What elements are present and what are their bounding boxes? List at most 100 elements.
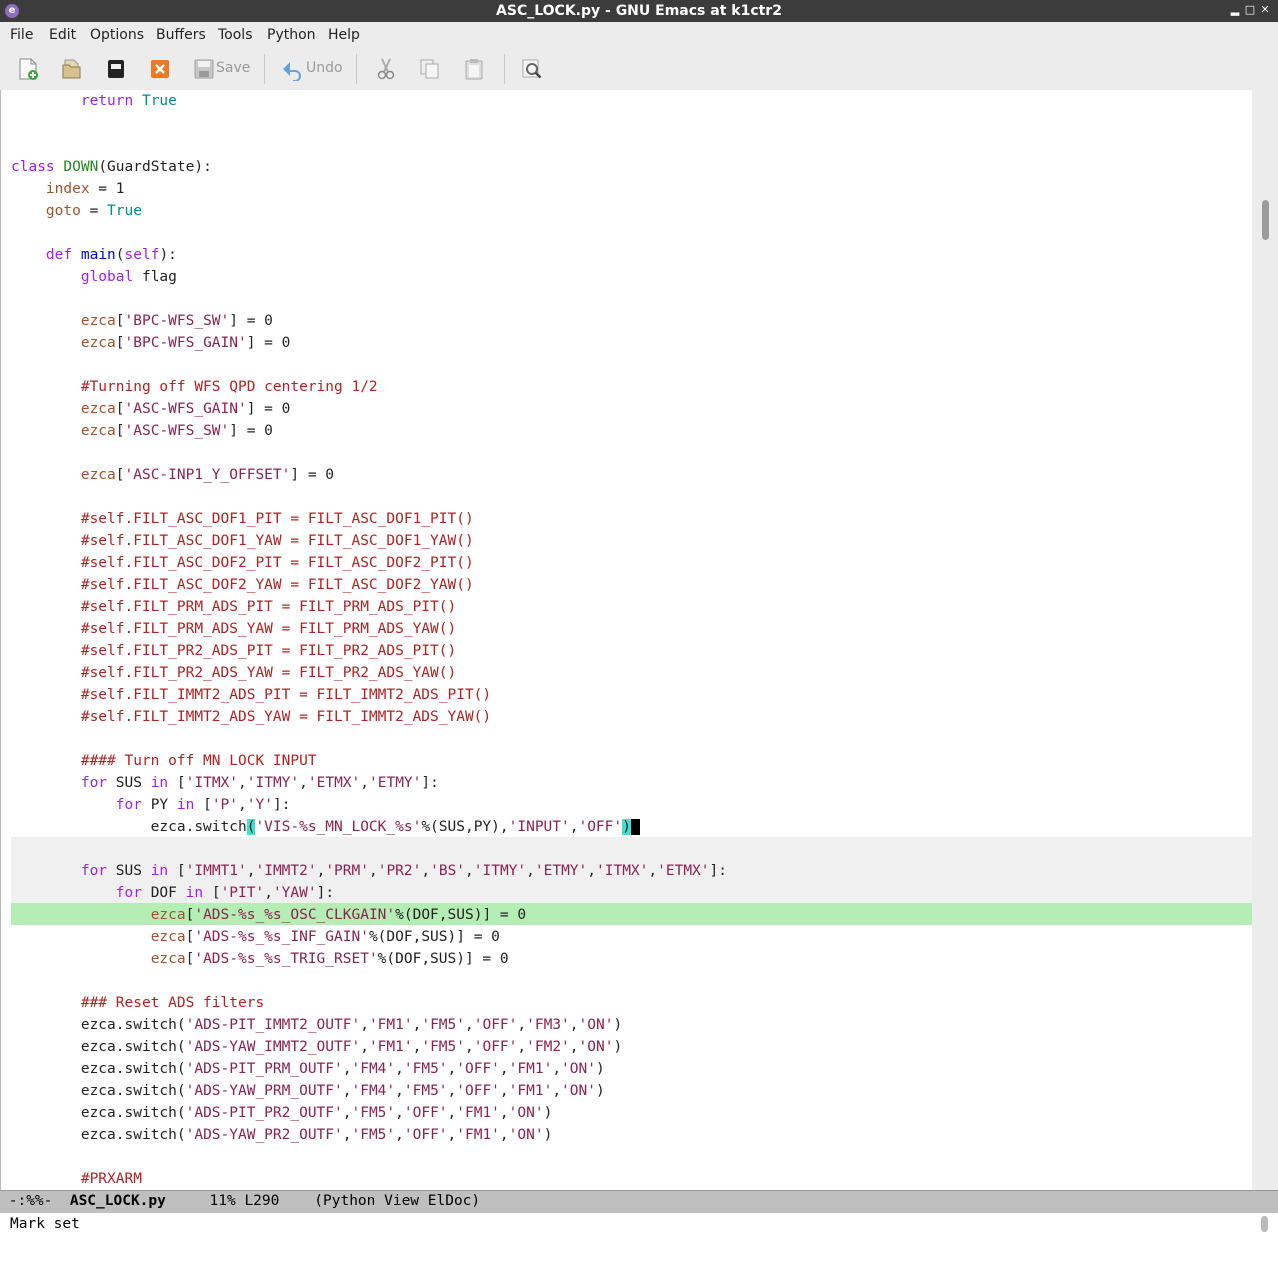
close-buffer-icon[interactable] [148,57,172,81]
code-line[interactable]: for SUS in ['ITMX','ITMY','ETMX','ETMY']… [11,772,1253,794]
string-literal: 'ADS-%s_%s_OSC_CLKGAIN' [194,907,396,923]
menu-edit[interactable]: Edit [49,27,76,43]
save-button[interactable]: Save [216,60,250,76]
code-line[interactable]: ezca.switch('ADS-YAW_PR2_OUTF','FM5','OF… [11,1124,1253,1146]
code-editor[interactable]: return True class DOWN(GuardState): index… [0,90,1253,1190]
copy-icon[interactable] [418,57,442,81]
search-icon[interactable] [520,57,544,81]
paste-icon[interactable] [462,57,486,81]
new-file-icon[interactable] [16,57,40,81]
code-line[interactable]: ezca.switch('ADS-PIT_PRM_OUTF','FM4','FM… [11,1058,1253,1080]
code-line[interactable]: for SUS in ['IMMT1','IMMT2','PRM','PR2',… [11,860,1253,882]
resize-handle[interactable] [1261,1216,1268,1232]
code-line[interactable]: #self.FILT_ASC_DOF2_PIT = FILT_ASC_DOF2_… [11,552,1253,574]
code-line[interactable] [11,222,1253,244]
modeline-modes[interactable]: (Python View ElDoc) [314,1193,480,1209]
code-line[interactable]: #self.FILT_IMMT2_ADS_PIT = FILT_IMMT2_AD… [11,684,1253,706]
code-line[interactable]: ezca.switch('ADS-YAW_IMMT2_OUTF','FM1','… [11,1036,1253,1058]
code-line[interactable]: ezca['BPC-WFS_GAIN'] = 0 [11,332,1253,354]
code-line[interactable]: ezca.switch('VIS-%s_MN_LOCK_%s'%(SUS,PY)… [11,816,1253,838]
close-button[interactable]: ✕ [1258,3,1272,17]
code-text: , [421,863,431,879]
code-line[interactable]: #self.FILT_PRM_ADS_YAW = FILT_PRM_ADS_YA… [11,618,1253,640]
code-text: ]: [709,863,727,879]
code-line[interactable]: return True [11,90,1253,112]
string-literal: 'BS' [430,863,466,879]
code-line[interactable] [11,134,1253,156]
code-line[interactable]: for PY in ['P','Y']: [11,794,1253,816]
code-text: ( [115,247,125,263]
code-line[interactable] [11,442,1253,464]
code-text: ]: [272,797,291,813]
modeline-buffer-name[interactable]: ASC_LOCK.py [70,1193,166,1209]
code-line[interactable]: ezca['ASC-WFS_GAIN'] = 0 [11,398,1253,420]
code-line[interactable]: #self.FILT_ASC_DOF1_YAW = FILT_ASC_DOF1_… [11,530,1253,552]
code-line[interactable]: #self.FILT_PR2_ADS_PIT = FILT_PR2_ADS_PI… [11,640,1253,662]
code-line[interactable]: #self.FILT_PRM_ADS_PIT = FILT_PRM_ADS_PI… [11,596,1253,618]
menu-help[interactable]: Help [328,27,360,43]
code-line[interactable]: ezca['ADS-%s_%s_INF_GAIN'%(DOF,SUS)] = 0 [11,926,1253,948]
code-line[interactable]: #Turning off WFS QPD centering 1/2 [11,376,1253,398]
code-line[interactable]: #PRXARM [11,1168,1253,1190]
code-text: , [368,863,378,879]
code-line[interactable]: def main(self): [11,244,1253,266]
code-line[interactable]: ezca.switch('ADS-YAW_PRM_OUTF','FM4','FM… [11,1080,1253,1102]
code-line[interactable]: #### Turn off MN LOCK INPUT [11,750,1253,772]
code-text: , [264,885,273,901]
code-line[interactable]: #self.FILT_PR2_ADS_YAW = FILT_PR2_ADS_YA… [11,662,1253,684]
maximize-button[interactable]: □ [1243,3,1257,17]
code-line[interactable]: ezca['ASC-WFS_SW'] = 0 [11,420,1253,442]
code-line[interactable]: ezca['ADS-%s_%s_TRIG_RSET'%(DOF,SUS)] = … [11,948,1253,970]
menu-file[interactable]: File [10,27,33,43]
code-text: ] = 0 [229,423,273,439]
code-line[interactable]: class DOWN(GuardState): [11,156,1253,178]
string-literal: 'FM1' [508,1083,553,1099]
string-literal: 'ON' [508,1105,544,1121]
code-line[interactable] [11,288,1253,310]
code-line[interactable]: global flag [11,266,1253,288]
code-line[interactable] [11,970,1253,992]
code-line[interactable]: goto = True [11,200,1253,222]
code-text: ezca.switch( [11,1061,186,1077]
code-line[interactable]: ezca['ASC-INP1_Y_OFFSET'] = 0 [11,464,1253,486]
menu-python[interactable]: Python [267,27,316,43]
code-line[interactable]: ezca['BPC-WFS_SW'] = 0 [11,310,1253,332]
code-line[interactable]: #self.FILT_ASC_DOF2_YAW = FILT_ASC_DOF2_… [11,574,1253,596]
code-line[interactable] [11,728,1253,750]
menu-tools[interactable]: Tools [218,27,253,43]
minimize-button[interactable]: ▂ [1228,3,1242,17]
open-file-icon[interactable] [60,57,84,81]
undo-icon[interactable] [280,57,304,81]
code-text: , [587,863,597,879]
cut-icon[interactable] [374,57,398,81]
code-line[interactable] [11,486,1253,508]
minibuffer[interactable]: Mark set [0,1213,1278,1235]
code-line[interactable]: #self.FILT_IMMT2_ADS_YAW = FILT_IMMT2_AD… [11,706,1253,728]
string-literal: 'FM5' [403,1083,448,1099]
code-line[interactable]: index = 1 [11,178,1253,200]
code-line[interactable] [11,112,1253,134]
code-line[interactable] [11,354,1253,376]
open-directory-icon[interactable] [104,57,128,81]
code-line[interactable]: ### Reset ADS filters [11,992,1253,1014]
code-line[interactable]: ezca.switch('ADS-PIT_PR2_OUTF','FM5','OF… [11,1102,1253,1124]
code-line[interactable]: #self.FILT_ASC_DOF1_PIT = FILT_ASC_DOF1_… [11,508,1253,530]
code-line[interactable] [11,1146,1253,1168]
menu-buffers[interactable]: Buffers [156,27,206,43]
menu-options[interactable]: Options [90,27,144,43]
undo-button[interactable]: Undo [306,60,343,76]
string-literal: 'ETMY' [534,863,588,879]
code-text: ezca.switch( [11,1105,186,1121]
string-literal: 'PR2' [377,863,422,879]
code-line[interactable]: ezca.switch('ADS-PIT_IMMT2_OUTF','FM1','… [11,1014,1253,1036]
code-line[interactable]: ezca['ADS-%s_%s_OSC_CLKGAIN'%(DOF,SUS)] … [11,904,1253,926]
vertical-scrollbar[interactable] [1252,90,1278,1190]
code-line[interactable] [11,838,1253,860]
code-line[interactable]: for DOF in ['PIT','YAW']: [11,882,1253,904]
code-text: , [517,1017,527,1033]
scrollbar-thumb[interactable] [1262,200,1269,240]
save-icon[interactable] [192,57,216,81]
